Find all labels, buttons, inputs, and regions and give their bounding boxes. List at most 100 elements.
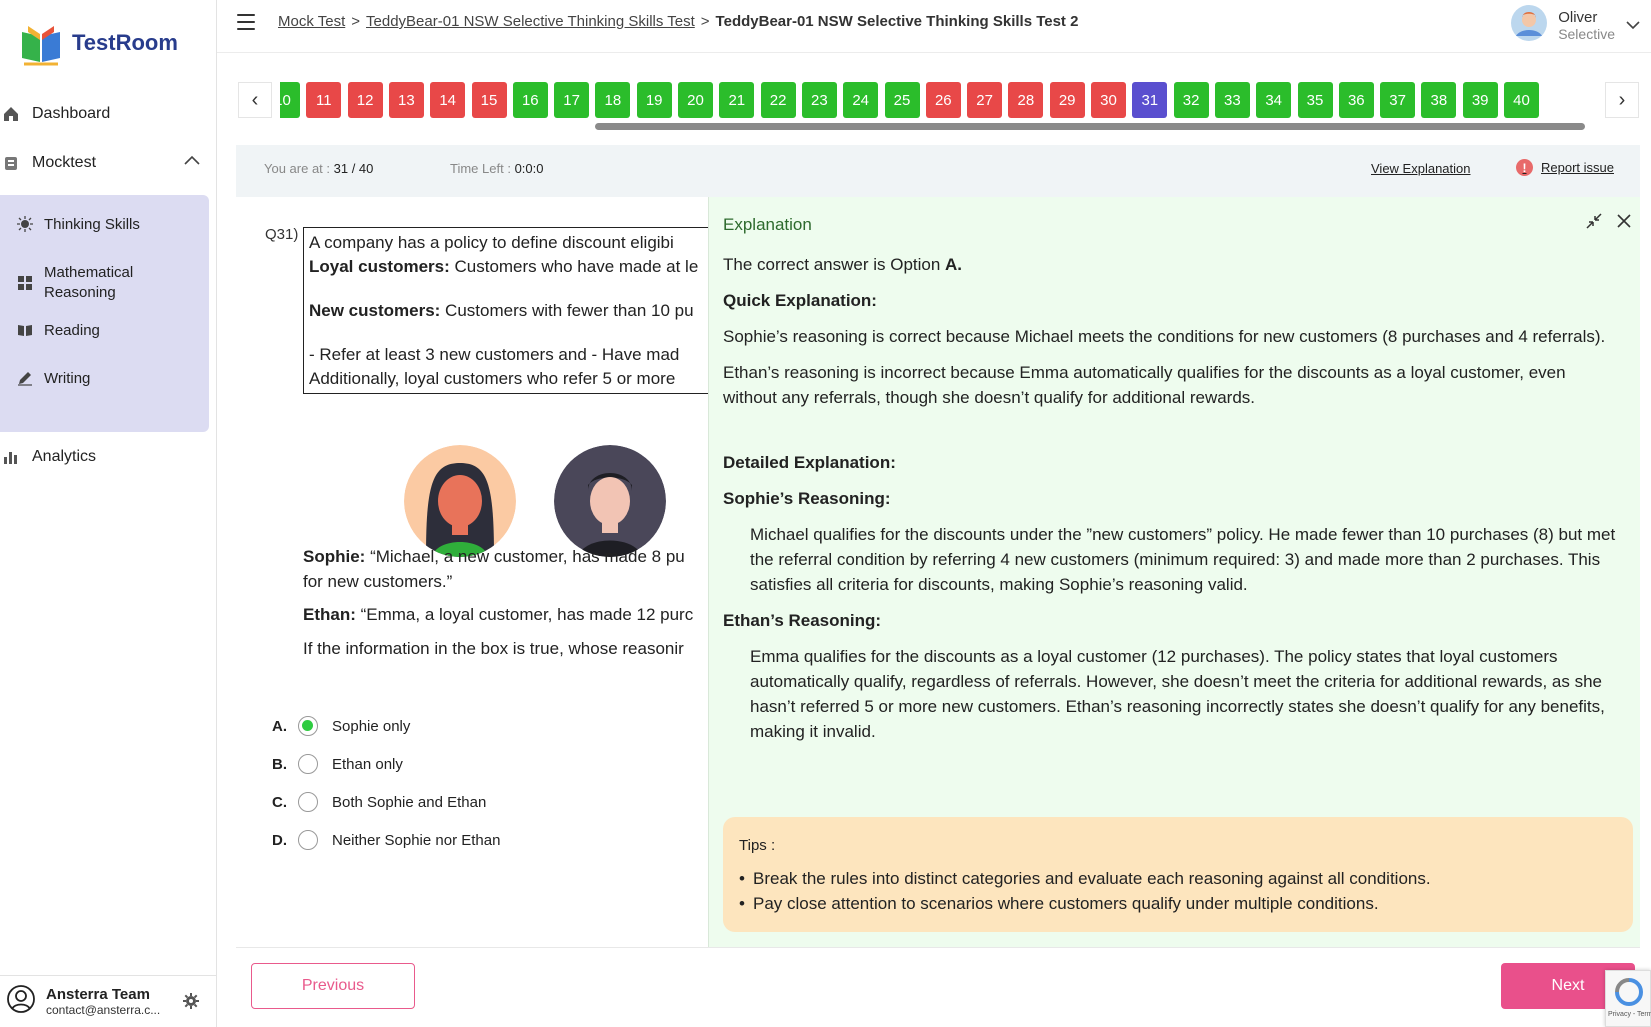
gear-icon[interactable]	[183, 993, 199, 1014]
question-button-16[interactable]: 16	[512, 82, 548, 118]
answer-option[interactable]: A. Sophie only	[272, 707, 500, 745]
question-button-18[interactable]: 18	[595, 82, 631, 118]
report-issue-link[interactable]: ! Report issue	[1516, 159, 1614, 176]
app-name: TestRoom	[72, 30, 178, 55]
box-line: - Refer at least 3 new customers and - H…	[309, 345, 680, 364]
question-button-11[interactable]: 11	[306, 82, 342, 118]
option-radio[interactable]	[298, 754, 318, 774]
answer-option[interactable]: C. Both Sophie and Ethan	[272, 783, 500, 821]
question-button-21[interactable]: 21	[719, 82, 755, 118]
option-radio[interactable]	[298, 830, 318, 850]
position-label: You are at :	[264, 161, 331, 176]
explanation-body: The correct answer is Option A. Quick Ex…	[723, 252, 1623, 755]
question-button-35[interactable]: 35	[1297, 82, 1333, 118]
question-button-32[interactable]: 32	[1173, 82, 1209, 118]
breadcrumb-test-series[interactable]: TeddyBear-01 NSW Selective Thinking Skil…	[366, 13, 695, 30]
sidebar-item-label: Writing	[44, 369, 91, 387]
question-button-15[interactable]: 15	[471, 82, 507, 118]
scrollbar-thumb[interactable]	[595, 123, 1585, 130]
question-buttons: 1011121314151617181920212223242526272829…	[280, 82, 1600, 118]
question-button-26[interactable]: 26	[925, 82, 961, 118]
account-email: contact@ansterra.c...	[46, 1003, 161, 1017]
tips-label: Tips :	[739, 837, 776, 854]
recaptcha-badge[interactable]: Privacy - Terms	[1605, 970, 1651, 1027]
option-text: Sophie only	[332, 717, 411, 735]
ethan-avatar	[554, 445, 666, 557]
question-button-40[interactable]: 40	[1504, 82, 1539, 118]
question-footer: Previous Next	[236, 947, 1640, 1027]
user-profile-menu[interactable]: Oliver Selective	[1510, 4, 1641, 47]
sophie-statement: Sophie: “Michael, a new customer, has ma…	[303, 544, 685, 594]
sidebar-item-reading[interactable]: Reading	[16, 321, 100, 339]
question-button-17[interactable]: 17	[554, 82, 590, 118]
question-scrollbar[interactable]	[280, 122, 1600, 130]
home-icon	[2, 105, 20, 123]
sidebar-item-writing[interactable]: Writing	[16, 369, 90, 387]
ethan-text: “Emma, a loyal customer, has made 12 pur…	[355, 605, 694, 624]
report-issue-label: Report issue	[1541, 160, 1614, 175]
status-bar: You are at : 31 / 40 Time Left : 0:0:0 V…	[236, 145, 1640, 197]
user-role: Selective	[1558, 26, 1615, 42]
detailed-explanation-heading: Detailed Explanation:	[723, 453, 896, 472]
new-label: New customers:	[309, 301, 441, 320]
question-button-28[interactable]: 28	[1008, 82, 1044, 118]
question-button-13[interactable]: 13	[388, 82, 424, 118]
previous-button[interactable]: Previous	[251, 963, 415, 1009]
question-button-22[interactable]: 22	[760, 82, 796, 118]
question-button-34[interactable]: 34	[1256, 82, 1292, 118]
answer-option[interactable]: D. Neither Sophie nor Ethan	[272, 821, 500, 859]
option-radio[interactable]	[298, 716, 318, 736]
question-info-box: A company has a policy to define discoun…	[303, 227, 708, 394]
view-explanation-link[interactable]: View Explanation	[1371, 161, 1471, 176]
question-button-38[interactable]: 38	[1421, 82, 1457, 118]
breadcrumb-mock-test[interactable]: Mock Test	[278, 13, 345, 30]
chevron-right-icon[interactable]: ›	[1605, 82, 1639, 118]
question-button-29[interactable]: 29	[1049, 82, 1085, 118]
question-button-23[interactable]: 23	[801, 82, 837, 118]
tip-item: Pay close attention to scenarios where c…	[739, 891, 1617, 916]
ethan-reasoning-heading: Ethan’s Reasoning:	[723, 611, 882, 630]
chevron-up-icon[interactable]	[183, 153, 201, 171]
chevron-left-icon[interactable]: ‹	[238, 82, 272, 118]
question-button-14[interactable]: 14	[430, 82, 466, 118]
nav-dashboard[interactable]: Dashboard	[0, 94, 217, 134]
collapse-icon[interactable]	[1586, 213, 1602, 234]
top-bar: Mock Test > TeddyBear-01 NSW Selective T…	[217, 0, 1651, 53]
question-button-37[interactable]: 37	[1380, 82, 1416, 118]
nav-analytics[interactable]: Analytics	[0, 437, 217, 477]
question-button-30[interactable]: 30	[1091, 82, 1126, 118]
explanation-controls	[1586, 213, 1632, 234]
chevron-down-icon[interactable]	[1625, 17, 1641, 35]
app-logo[interactable]: TestRoom	[18, 20, 178, 66]
question-button-39[interactable]: 39	[1462, 82, 1498, 118]
hamburger-menu-icon[interactable]	[237, 14, 255, 30]
position-value: 31 / 40	[333, 161, 374, 176]
option-text: Ethan only	[332, 755, 403, 773]
sidebar-item-mathematical-reasoning[interactable]: Mathematical Reasoning	[16, 263, 154, 303]
question-button-33[interactable]: 33	[1214, 82, 1250, 118]
question-button-27[interactable]: 27	[967, 82, 1003, 118]
question-button-25[interactable]: 25	[884, 82, 920, 118]
question-button-20[interactable]: 20	[678, 82, 713, 118]
question-button-24[interactable]: 24	[843, 82, 879, 118]
sophie-label: Sophie:	[303, 547, 366, 566]
time-value: 0:0:0	[514, 161, 544, 176]
question-button-31[interactable]: 31	[1132, 82, 1168, 118]
explanation-panel: Explanation The correct answer is Option…	[708, 197, 1640, 947]
account-footer: Ansterra Team contact@ansterra.c...	[0, 975, 217, 1027]
option-radio[interactable]	[298, 792, 318, 812]
sophie-text-cont: for new customers.”	[303, 572, 453, 591]
question-button-12[interactable]: 12	[347, 82, 383, 118]
question-button-19[interactable]: 19	[636, 82, 672, 118]
close-icon[interactable]	[1616, 213, 1632, 234]
box-line: New customers: Customers with fewer than…	[309, 299, 708, 323]
nav-dashboard-label: Dashboard	[32, 105, 111, 122]
nav-mocktest[interactable]: Mocktest	[0, 143, 217, 183]
question-button-36[interactable]: 36	[1338, 82, 1374, 118]
breadcrumb-separator: >	[351, 13, 361, 30]
answer-option[interactable]: B. Ethan only	[272, 745, 500, 783]
box-line: Additionally, loyal customers who refer …	[309, 369, 676, 388]
avatar	[1510, 4, 1548, 47]
sidebar-item-thinking-skills[interactable]: Thinking Skills	[16, 215, 140, 233]
question-button-10[interactable]: 10	[280, 82, 300, 118]
